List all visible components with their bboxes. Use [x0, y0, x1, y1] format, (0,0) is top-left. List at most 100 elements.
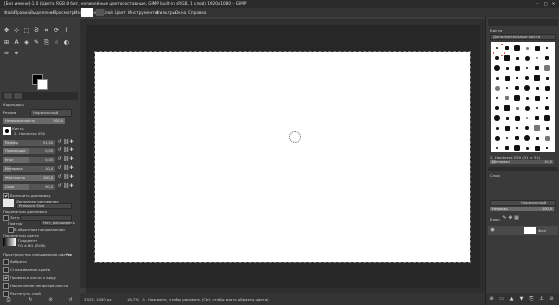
brush-preset[interactable]	[513, 94, 521, 102]
device-status-tab-icon[interactable]	[14, 93, 22, 99]
menu-tools[interactable]: Инструменты	[128, 8, 158, 17]
link-hardness-icon[interactable]: ⛓	[63, 175, 69, 180]
lock-position-icon[interactable]: ✥	[508, 216, 513, 221]
tool-options-tab-icon[interactable]	[4, 93, 12, 99]
minimize-button[interactable]: –	[534, 0, 541, 8]
angle-slider[interactable]: Угол 0,00	[3, 157, 55, 163]
brush-preset[interactable]	[523, 144, 531, 152]
unified-transform-icon[interactable]: ⊞	[3, 39, 10, 46]
smooth-stroke-checkbox[interactable]	[3, 267, 9, 273]
brush-preset[interactable]	[533, 54, 541, 62]
lasso-tool-icon[interactable]: ᘐ	[33, 27, 40, 34]
brush-preset[interactable]	[513, 64, 521, 72]
brush-preset[interactable]	[523, 84, 531, 92]
reset-angle-icon[interactable]: ↺	[57, 157, 62, 162]
raise-layer-icon[interactable]: ▲	[509, 297, 514, 302]
brush-preset[interactable]	[513, 74, 521, 82]
brush-preset[interactable]	[533, 114, 541, 122]
new-layer-icon[interactable]: ⊕	[489, 297, 494, 302]
jitter-checkbox[interactable]	[3, 259, 9, 265]
link-size-icon[interactable]: ⛓	[63, 140, 69, 145]
brush-preset[interactable]	[523, 44, 531, 52]
brush-preset[interactable]	[513, 144, 521, 152]
brush-preset[interactable]	[533, 84, 541, 92]
delete-options-icon[interactable]: ⊘	[48, 298, 53, 303]
brush-preset[interactable]	[513, 54, 521, 62]
brush-preset[interactable]	[523, 54, 531, 62]
image-tab-thumbnail[interactable]	[81, 8, 93, 17]
pin-angle-icon[interactable]: ✚	[69, 157, 74, 162]
mode-select[interactable]: Нормальный	[30, 109, 72, 117]
align-tool-icon[interactable]: ⊹	[13, 27, 20, 34]
brush-preset[interactable]	[533, 44, 541, 52]
gradient-preview[interactable]	[3, 238, 16, 246]
pencil-tool-icon[interactable]: ✎	[33, 39, 40, 46]
brush-preset[interactable]	[543, 74, 551, 82]
lower-layer-icon[interactable]: ▼	[519, 297, 524, 302]
brush-preset[interactable]	[513, 114, 521, 122]
brush-preview[interactable]	[3, 127, 11, 135]
layer-visibility-icon[interactable]: ◉	[490, 228, 495, 233]
hardness-slider[interactable]: Жёсткость 100,0	[3, 175, 55, 181]
brush-preset[interactable]	[523, 114, 531, 122]
brush-preset[interactable]	[503, 124, 511, 132]
brush-preset[interactable]	[533, 64, 541, 72]
duplicate-layer-icon[interactable]: ⎘	[529, 297, 534, 302]
zoom-level[interactable]: 18,7%	[127, 297, 139, 302]
menu-filters[interactable]: Фильтры	[156, 8, 176, 17]
brush-preset[interactable]	[543, 134, 551, 142]
link-spacing-icon[interactable]: ⛓	[63, 166, 69, 171]
brush-preset[interactable]	[543, 114, 551, 122]
brush-preset[interactable]	[493, 44, 501, 52]
brush-preset[interactable]	[503, 74, 511, 82]
brush-preset[interactable]	[503, 44, 511, 52]
dynamics-preview[interactable]	[3, 199, 14, 207]
reset-size-icon[interactable]: ↺	[57, 140, 62, 145]
brush-preset[interactable]	[543, 64, 551, 72]
force-slider[interactable]: Сила 50,0	[3, 184, 55, 190]
lock-alpha-icon[interactable]: ▦	[514, 216, 519, 221]
link-aspect-icon[interactable]: ⛓	[63, 148, 69, 153]
brush-preset[interactable]	[523, 74, 531, 82]
brush-preset[interactable]	[493, 94, 501, 102]
brush-preset[interactable]	[493, 54, 501, 62]
repeat-select[interactable]: Нет, расширить	[40, 220, 75, 226]
link-force-icon[interactable]: ⛓	[63, 184, 69, 189]
reset-options-icon[interactable]: ↺	[68, 298, 73, 303]
brush-preset[interactable]	[523, 134, 531, 142]
brush-preset[interactable]	[493, 114, 501, 122]
reset-aspect-icon[interactable]: ↺	[57, 148, 62, 153]
anchor-layer-icon[interactable]: ⚓	[539, 297, 544, 302]
reset-spacing-icon[interactable]: ↺	[57, 166, 62, 171]
brush-preset[interactable]	[503, 104, 511, 112]
brush-preset[interactable]	[493, 64, 501, 72]
restore-options-icon[interactable]: ↻	[28, 298, 33, 303]
brush-preset[interactable]	[543, 144, 551, 152]
color-picker-icon[interactable]: ⌖	[13, 50, 20, 57]
brushes-grid[interactable]	[491, 42, 555, 152]
brush-preset[interactable]	[503, 64, 511, 72]
brush-preset[interactable]	[543, 44, 551, 52]
brush-preset[interactable]	[503, 54, 511, 62]
brush-preset[interactable]	[543, 54, 551, 62]
menu-select[interactable]: Выделение	[30, 8, 55, 17]
pin-aspect-icon[interactable]: ✚	[69, 148, 74, 153]
brush-preset[interactable]	[513, 84, 521, 92]
bucket-fill-icon[interactable]: ◈	[23, 39, 30, 46]
image-tab-close[interactable]	[96, 9, 104, 16]
clone-tool-icon[interactable]: ⎘	[43, 39, 50, 46]
move-tool-icon[interactable]: ✥	[3, 27, 10, 34]
pin-spacing-icon[interactable]: ✚	[69, 166, 74, 171]
warp-tool-icon[interactable]: ⌇	[63, 27, 70, 34]
rect-select-tool-icon[interactable]: ⬚	[23, 27, 30, 34]
brush-preset[interactable]	[543, 94, 551, 102]
reset-hardness-icon[interactable]: ↺	[57, 175, 62, 180]
smudge-tool-icon[interactable]: ☝	[53, 39, 60, 46]
brush-preset[interactable]	[513, 44, 521, 52]
lock-brush-checkbox[interactable]	[3, 275, 9, 281]
dodge-tool-icon[interactable]: ◐	[63, 39, 70, 46]
close-button[interactable]: ✕	[550, 0, 557, 8]
layer-mode-select[interactable]: Нормальный	[490, 200, 556, 206]
brush-preset[interactable]	[513, 104, 521, 112]
brush-preset[interactable]	[523, 124, 531, 132]
